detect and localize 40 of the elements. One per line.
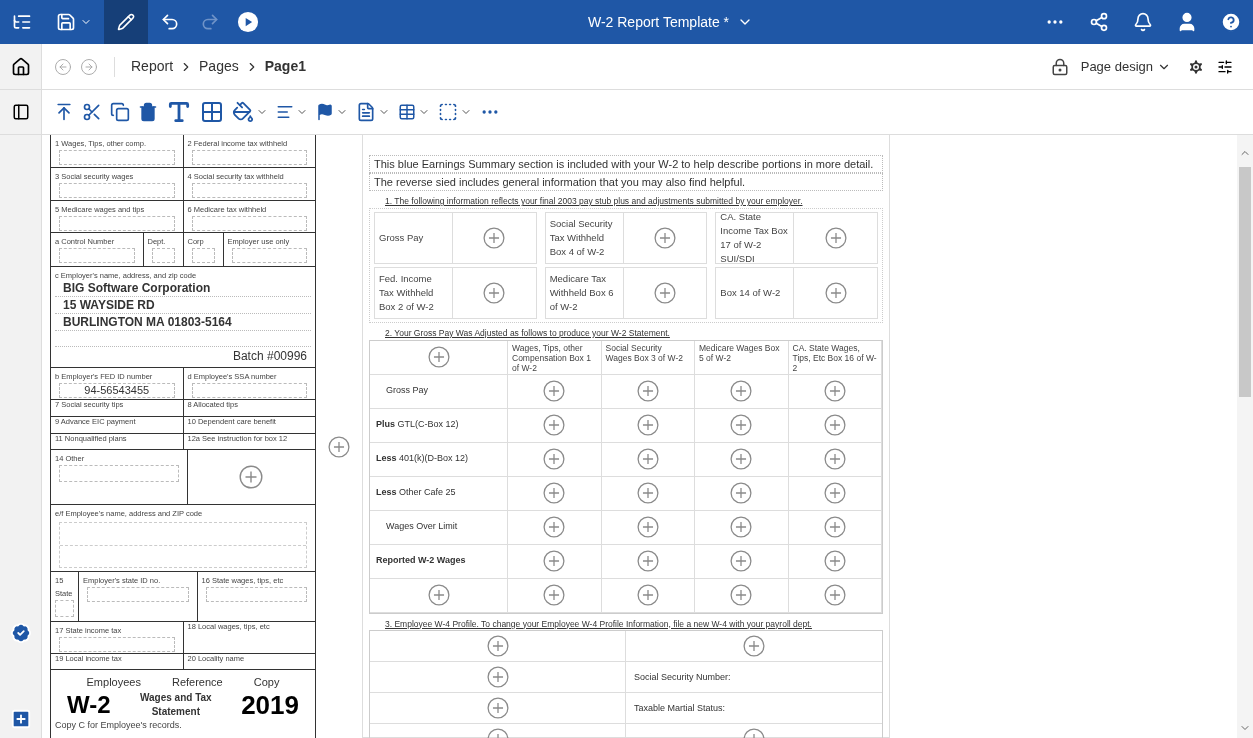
breadcrumb-link[interactable]: Pages	[199, 56, 239, 77]
tile-label: Gross Pay	[375, 212, 453, 263]
section-heading: 3. Employee W-4 Profile. To change your Employee W-4 Profile Information, file a new W-4 with your payroll dept.	[384, 617, 813, 631]
column-header: Wages, Tips, other Compensation Box 1 of W-2	[508, 340, 602, 375]
section-heading: 1. The following information reflects your final 2003 pay stub plus and adjustments submitted by your employer.	[384, 195, 804, 208]
section-heading: 2. Your Gross Pay Was Adjusted as follows to produce your W-2 Statement.	[384, 326, 671, 340]
row-label: Less 401(k)(D-Box 12)	[375, 452, 469, 466]
address-line: BIG Software Corporation	[55, 280, 311, 297]
breadcrumb-link[interactable]: Page1	[264, 56, 306, 77]
tile-label: CA. State Income Tax Box 17 of W-2 SUI/SDI	[716, 212, 795, 263]
input-field[interactable]: 94-56543455	[59, 383, 175, 398]
copy-label: Reference	[171, 675, 223, 690]
breadcrumb-link[interactable]: Report	[131, 56, 174, 77]
row-label: Plus GTL(C-Box 12)	[375, 418, 459, 432]
intro-text: This blue Earnings Summary section is included with your W-2 to help describe portions in more detail.	[369, 155, 883, 173]
tile-label: Box 14 of W-2	[716, 267, 795, 318]
copy-note: Copy C for Employee's records.	[55, 718, 183, 731]
row-label: Gross Pay	[385, 384, 428, 398]
copy-label: Employees	[86, 675, 141, 690]
intro-text: The reverse sied includes general information that you may also find helpful.	[369, 173, 883, 191]
profile-label: Social Security Number:	[633, 670, 731, 684]
column-header: Medicare Wages Box 5 of W-2	[695, 340, 789, 375]
view-dropdown[interactable]: Page design	[1080, 56, 1171, 77]
form-number: W-2	[67, 690, 111, 719]
form-year: 2019	[241, 690, 299, 719]
batch-number: Batch #00996	[231, 348, 308, 365]
column-header: CA. State Wages, Tips, Etc Box 16 of W-2	[788, 340, 882, 375]
column-header: Social Security Wages Box 3 of W-2	[601, 340, 695, 375]
address-line: 15 WAYSIDE RD	[55, 297, 311, 314]
address-line: BURLINGTON MA 01803-5164	[55, 314, 311, 331]
tile-label: Medicare Tax Withheld Box 6 of W-2	[545, 267, 624, 318]
tile-label: Fed. Income Tax Withheld Box 2 of W-2	[375, 267, 453, 318]
row-label: Reported W-2 Wages	[375, 554, 466, 568]
copy-label: Copy	[253, 675, 280, 690]
profile-label: Taxable Martial Status:	[633, 701, 726, 715]
row-label: Wages Over Limit	[385, 520, 458, 534]
report-title-menu[interactable]: W-2 Report Template *	[547, 11, 754, 33]
row-label: Less Other Cafe 25	[375, 486, 456, 500]
form-title: Wages and Tax Statement	[139, 690, 213, 719]
tile-label: Social Security Tax Withheld Box 4 of W-2	[545, 212, 624, 263]
